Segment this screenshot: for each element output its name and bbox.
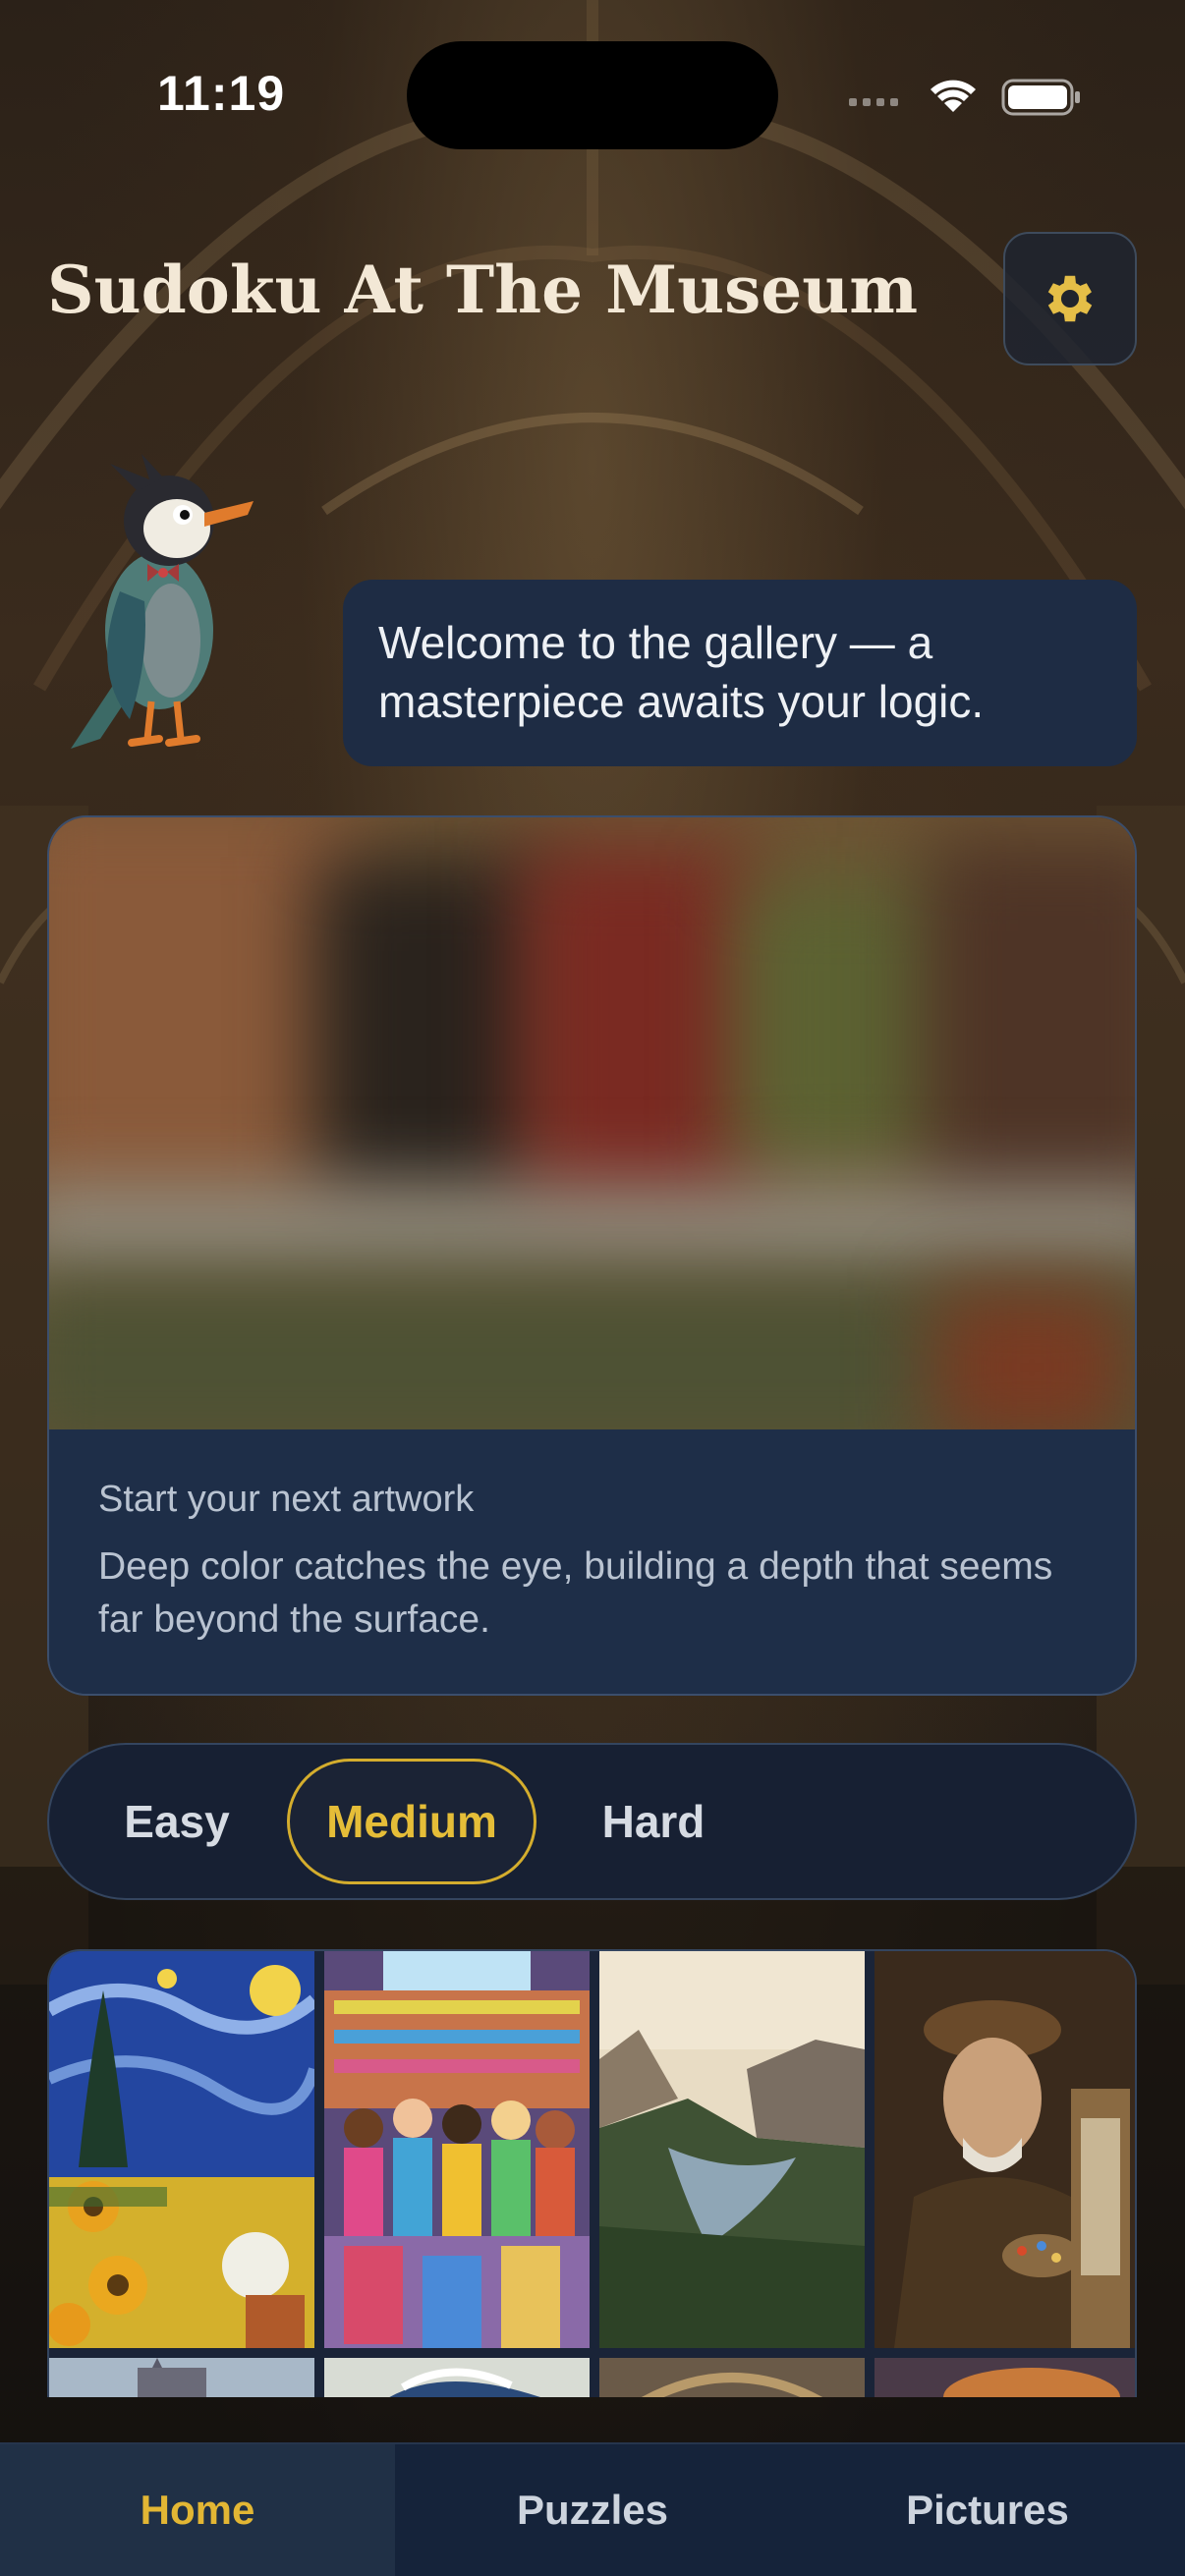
thumbnail-sunset[interactable]: [875, 2358, 1135, 2397]
thumbnail-river-valley[interactable]: [599, 1951, 865, 2348]
thumbnail-starry-sunflowers[interactable]: [49, 1951, 314, 2348]
status-icons: [847, 75, 1083, 118]
next-artwork-card[interactable]: Start your next artwork Deep color catch…: [47, 815, 1137, 1696]
puzzle-gallery: [47, 1949, 1137, 2397]
difficulty-hard[interactable]: Hard: [560, 1759, 747, 1884]
battery-icon: [1001, 79, 1080, 116]
bird-mascot-icon: [61, 444, 257, 758]
wifi-icon: [931, 80, 976, 112]
artwork-info: Start your next artwork Deep color catch…: [49, 1429, 1135, 1694]
thumbnail-gallery-hall[interactable]: [599, 2358, 865, 2397]
thumbnail-comic-shop-crowd[interactable]: [324, 1951, 590, 2348]
dynamic-island: [407, 41, 778, 149]
tab-puzzles[interactable]: Puzzles: [395, 2444, 790, 2576]
thumbnail-cathedral[interactable]: [49, 2358, 314, 2397]
bottom-tab-bar: Home Puzzles Pictures: [0, 2442, 1185, 2576]
tab-pictures[interactable]: Pictures: [790, 2444, 1185, 2576]
artwork-heading: Start your next artwork: [98, 1479, 475, 1520]
difficulty-easy[interactable]: Easy: [88, 1759, 265, 1884]
artwork-description: Deep color catches the eye, building a d…: [98, 1545, 1053, 1641]
thumbnail-painter-portrait[interactable]: [875, 1951, 1135, 2348]
gear-icon: [1047, 275, 1093, 322]
tab-home[interactable]: Home: [0, 2444, 395, 2576]
status-time: 11:19: [157, 66, 286, 121]
thumbnail-wave[interactable]: [324, 2358, 590, 2397]
signal-icon: [849, 98, 898, 106]
difficulty-medium[interactable]: Medium: [287, 1759, 536, 1884]
artwork-preview-blurred: [49, 817, 1135, 1429]
speech-bubble: Welcome to the gallery — a masterpiece a…: [343, 580, 1137, 766]
app-title: Sudoku At The Museum: [47, 252, 919, 328]
difficulty-selector: Easy Medium Hard: [47, 1743, 1137, 1900]
settings-button[interactable]: [1003, 232, 1137, 365]
